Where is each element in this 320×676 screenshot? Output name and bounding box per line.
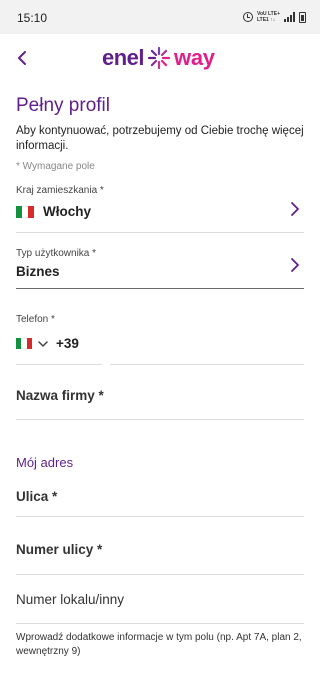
phone-field[interactable]: +39: [16, 336, 79, 351]
user-type-divider: [16, 288, 304, 289]
logo-enel-text: enel: [102, 45, 145, 70]
logo-way-text: way: [174, 45, 215, 70]
street-number-divider: [16, 574, 304, 575]
status-time: 15:10: [17, 11, 48, 25]
chevron-right-icon: [291, 258, 299, 272]
street-number-input[interactable]: Numer ulicy *: [16, 542, 102, 557]
network-indicator: VoU LTE+ LTE1 ↑↓: [257, 11, 280, 23]
user-type-value: Biznes: [16, 264, 60, 279]
battery-icon: [299, 11, 306, 23]
country-value-row: Włochy: [16, 204, 91, 219]
phone-label: Telefon *: [16, 314, 55, 325]
country-value: Włochy: [43, 204, 92, 219]
italy-flag-icon: [16, 338, 32, 349]
required-note: * Wymagane pole: [16, 161, 95, 172]
status-icons: VoU LTE+ LTE1 ↑↓: [242, 10, 306, 24]
country-label: Kraj zamieszkania *: [16, 185, 104, 196]
phone-code-divider: [16, 364, 102, 365]
street-divider: [16, 516, 304, 517]
status-bar: 15:10 VoU LTE+ LTE1 ↑↓: [0, 0, 320, 34]
company-name-input[interactable]: Nazwa firmy *: [16, 388, 104, 403]
unit-number-input[interactable]: Numer lokalu/inny: [16, 592, 124, 607]
country-divider: [16, 232, 304, 233]
page-title: Pełny profil: [16, 95, 110, 116]
address-section-title: Mój adres: [16, 455, 74, 470]
signal-icon: [284, 12, 295, 22]
alarm-icon: [242, 12, 253, 22]
chevron-left-icon: [18, 51, 26, 65]
enel-star-icon: [147, 46, 171, 70]
phone-country-code: +39: [56, 336, 79, 351]
user-type-label: Typ użytkownika *: [16, 248, 97, 259]
back-button[interactable]: [10, 46, 34, 70]
unit-number-divider: [16, 623, 304, 624]
phone-number-input[interactable]: [110, 364, 304, 365]
company-divider: [16, 419, 304, 420]
app-bar: enel way: [0, 34, 320, 82]
intro-text: Aby kontynuować, potrzebujemy od Ciebie …: [16, 125, 304, 152]
italy-flag-icon: [16, 205, 34, 218]
network-line-2: LTE1 ↑↓: [256, 17, 276, 23]
chevron-down-icon[interactable]: [38, 340, 48, 348]
street-input[interactable]: Ulica *: [16, 489, 57, 504]
unit-helper-text: Wprowadź dodatkowe informacje w tym polu…: [16, 632, 302, 657]
enel-way-logo: enel way: [102, 40, 215, 76]
chevron-right-icon: [291, 202, 299, 216]
